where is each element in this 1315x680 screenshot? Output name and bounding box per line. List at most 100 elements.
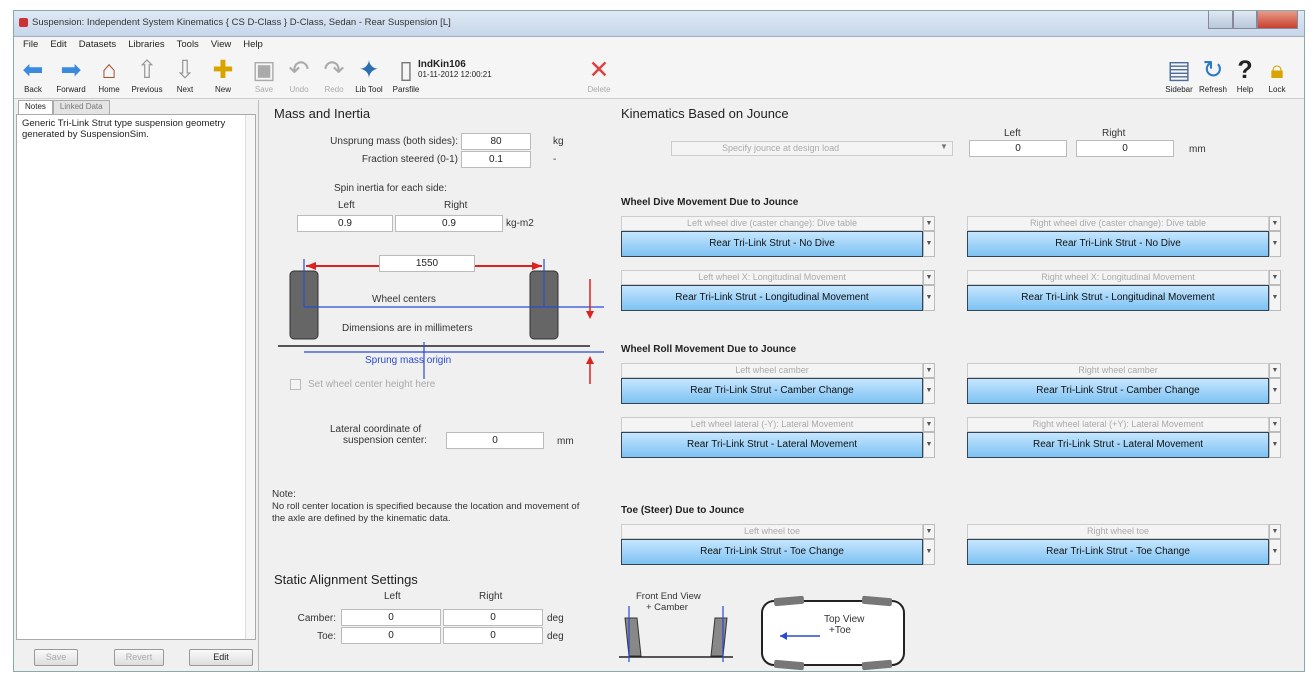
undo-button[interactable]: ↶ Undo [282, 55, 316, 94]
left-toe-dropdown[interactable]: Left wheel toe [621, 524, 923, 539]
note-title: Note: [272, 489, 296, 500]
left-camber-dropdown[interactable]: Left wheel camber [621, 363, 923, 378]
left-dive-dropdown[interactable]: Left wheel dive (caster change): Dive ta… [621, 216, 923, 231]
forward-button[interactable]: ➡ Forward [54, 55, 88, 94]
right-longitudinal-dropdown[interactable]: Right wheel X: Longitudinal Movement [967, 270, 1269, 285]
left-dive-button-arrow[interactable]: ▼ [923, 231, 935, 257]
back-arrow-icon: ⬅ [22, 56, 44, 84]
lib-tool-button[interactable]: ✦ Lib Tool [352, 55, 386, 94]
track-width-input[interactable]: 1550 [379, 255, 475, 272]
spin-inertia-left-input[interactable]: 0.9 [297, 215, 393, 232]
left-lateral-dataset-button[interactable]: Rear Tri-Link Strut - Lateral Movement [621, 432, 923, 458]
camber-right-input[interactable]: 0 [443, 609, 543, 626]
left-toe-dropdown-arrow[interactable]: ▼ [923, 524, 935, 539]
right-dive-dropdown-arrow[interactable]: ▼ [1269, 216, 1281, 231]
lateral-coordinate-unit: mm [557, 436, 574, 447]
right-longitudinal-dropdown-arrow[interactable]: ▼ [1269, 270, 1281, 285]
back-button[interactable]: ⬅ Back [16, 55, 50, 94]
toe-steer-heading: Toe (Steer) Due to Jounce [621, 505, 745, 516]
menu-libraries[interactable]: Libraries [122, 37, 170, 53]
left-lateral-dropdown[interactable]: Left wheel lateral (-Y): Lateral Movemen… [621, 417, 923, 432]
save-button[interactable]: ▣ Save [247, 55, 281, 94]
previous-button[interactable]: ⇧ Previous [130, 55, 164, 94]
delete-button[interactable]: ✕ Delete [582, 55, 616, 94]
left-camber-dataset-button[interactable]: Rear Tri-Link Strut - Camber Change [621, 378, 923, 404]
left-toe-dataset-button[interactable]: Rear Tri-Link Strut - Toe Change [621, 539, 923, 565]
right-lateral-dataset-button[interactable]: Rear Tri-Link Strut - Lateral Movement [967, 432, 1269, 458]
right-toe-button-arrow[interactable]: ▼ [1269, 539, 1281, 565]
right-dive-dataset-button[interactable]: Rear Tri-Link Strut - No Dive [967, 231, 1269, 257]
right-toe-dropdown[interactable]: Right wheel toe [967, 524, 1269, 539]
undo-icon: ↶ [288, 56, 310, 84]
right-longitudinal-button-arrow[interactable]: ▼ [1269, 285, 1281, 311]
redo-button[interactable]: ↷ Redo [317, 55, 351, 94]
left-lateral-dropdown-arrow[interactable]: ▼ [923, 417, 935, 432]
right-toe-dropdown-arrow[interactable]: ▼ [1269, 524, 1281, 539]
left-longitudinal-button-arrow[interactable]: ▼ [923, 285, 935, 311]
right-camber-dataset-button[interactable]: Rear Tri-Link Strut - Camber Change [967, 378, 1269, 404]
left-camber-dropdown-arrow[interactable]: ▼ [923, 363, 935, 378]
jounce-design-load-dropdown[interactable]: Specify jounce at design load [671, 141, 953, 156]
right-camber-dropdown-arrow[interactable]: ▼ [1269, 363, 1281, 378]
lock-icon: 🔒︎ [1270, 56, 1284, 84]
toe-left-input[interactable]: 0 [341, 627, 441, 644]
next-button[interactable]: ⇩ Next [168, 55, 202, 94]
left-dive-dropdown-arrow[interactable]: ▼ [923, 216, 935, 231]
lateral-coordinate-input[interactable]: 0 [446, 432, 544, 449]
left-camber-button-arrow[interactable]: ▼ [923, 378, 935, 404]
dimensions-note: Dimensions are in millimeters [342, 323, 473, 334]
right-camber-dropdown[interactable]: Right wheel camber [967, 363, 1269, 378]
menu-edit[interactable]: Edit [44, 37, 72, 53]
menu-help[interactable]: Help [237, 37, 269, 53]
right-camber-button-arrow[interactable]: ▼ [1269, 378, 1281, 404]
jounce-left-input[interactable]: 0 [969, 140, 1067, 157]
tab-linked-data[interactable]: Linked Data [52, 100, 110, 114]
close-button[interactable] [1257, 11, 1298, 29]
fraction-steered-input[interactable]: 0.1 [461, 151, 531, 168]
right-dive-dropdown[interactable]: Right wheel dive (caster change): Dive t… [967, 216, 1269, 231]
menu-datasets[interactable]: Datasets [73, 37, 123, 53]
jounce-right-input[interactable]: 0 [1076, 140, 1174, 157]
right-dive-button-arrow[interactable]: ▼ [1269, 231, 1281, 257]
notes-scrollbar[interactable] [245, 115, 255, 639]
right-lateral-button-arrow[interactable]: ▼ [1269, 432, 1281, 458]
kinematics-heading: Kinematics Based on Jounce [621, 106, 789, 121]
left-lateral-button-arrow[interactable]: ▼ [923, 432, 935, 458]
minimize-button[interactable] [1208, 11, 1233, 29]
left-longitudinal-dropdown[interactable]: Left wheel X: Longitudinal Movement [621, 270, 923, 285]
maximize-button[interactable] [1232, 11, 1258, 29]
left-toe-button-arrow[interactable]: ▼ [923, 539, 935, 565]
notes-edit-button[interactable]: Edit [189, 649, 253, 666]
notes-revert-button[interactable]: Revert [114, 649, 164, 666]
spin-inertia-right-input[interactable]: 0.9 [395, 215, 503, 232]
up-arrow-icon: ⇧ [136, 56, 158, 84]
right-longitudinal-dataset-button[interactable]: Rear Tri-Link Strut - Longitudinal Movem… [967, 285, 1269, 311]
right-toe-dataset-button[interactable]: Rear Tri-Link Strut - Toe Change [967, 539, 1269, 565]
menu-view[interactable]: View [205, 37, 237, 53]
camber-left-input[interactable]: 0 [341, 609, 441, 626]
sidebar-icon: ▤ [1167, 56, 1191, 84]
toe-right-input[interactable]: 0 [443, 627, 543, 644]
set-wheel-center-label: Set wheel center height here [308, 379, 436, 390]
left-sidebar: Notes Linked Data Generic Tri-Link Strut… [14, 100, 259, 671]
left-longitudinal-dropdown-arrow[interactable]: ▼ [923, 270, 935, 285]
menu-file[interactable]: File [17, 37, 44, 53]
menu-tools[interactable]: Tools [171, 37, 205, 53]
notes-save-button[interactable]: Save [34, 649, 78, 666]
sidebar-button[interactable]: ▤ Sidebar [1162, 55, 1196, 94]
notes-area[interactable]: Generic Tri-Link Strut type suspension g… [16, 114, 256, 640]
floppy-disk-icon: ▣ [252, 56, 276, 84]
tab-notes[interactable]: Notes [18, 100, 53, 114]
set-wheel-center-checkbox[interactable] [290, 379, 301, 390]
left-longitudinal-dataset-button[interactable]: Rear Tri-Link Strut - Longitudinal Movem… [621, 285, 923, 311]
home-button[interactable]: ⌂ Home [92, 55, 126, 94]
wheel-centers-label: Wheel centers [372, 294, 436, 305]
left-dive-dataset-button[interactable]: Rear Tri-Link Strut - No Dive [621, 231, 923, 257]
note-text: No roll center location is specified bec… [272, 501, 580, 524]
lock-button[interactable]: 🔒︎ Lock [1260, 55, 1294, 94]
menu-bar: File Edit Datasets Libraries Tools View … [14, 37, 1304, 53]
unsprung-mass-input[interactable]: 80 [461, 133, 531, 150]
right-lateral-dropdown-arrow[interactable]: ▼ [1269, 417, 1281, 432]
right-lateral-dropdown[interactable]: Right wheel lateral (+Y): Lateral Moveme… [967, 417, 1269, 432]
new-button[interactable]: ✚ New [206, 55, 240, 94]
